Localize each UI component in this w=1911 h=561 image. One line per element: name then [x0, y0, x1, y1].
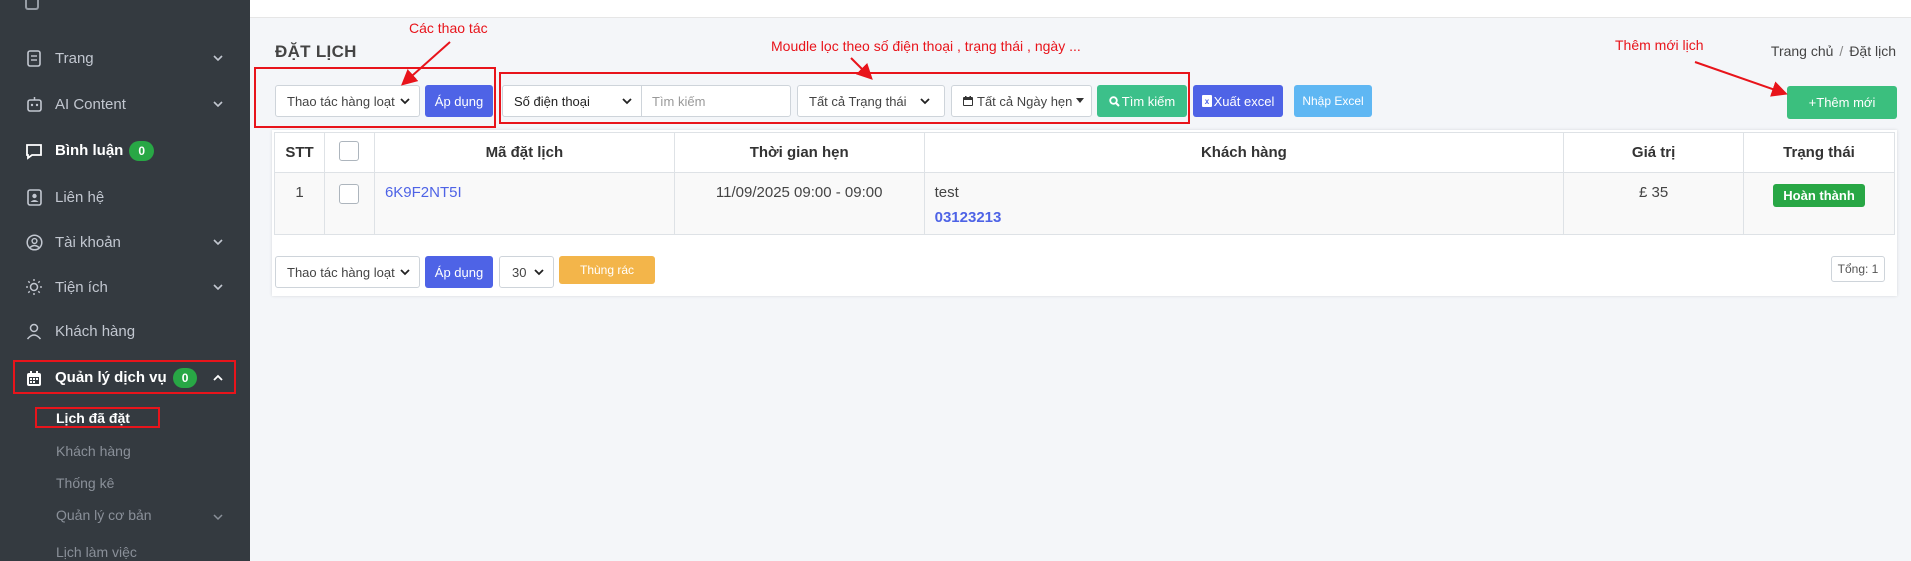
arrow-add-new	[1694, 61, 1788, 97]
annotation-arrows	[401, 41, 1788, 97]
arrow-filter	[850, 57, 873, 80]
arrow-actions	[401, 41, 451, 86]
